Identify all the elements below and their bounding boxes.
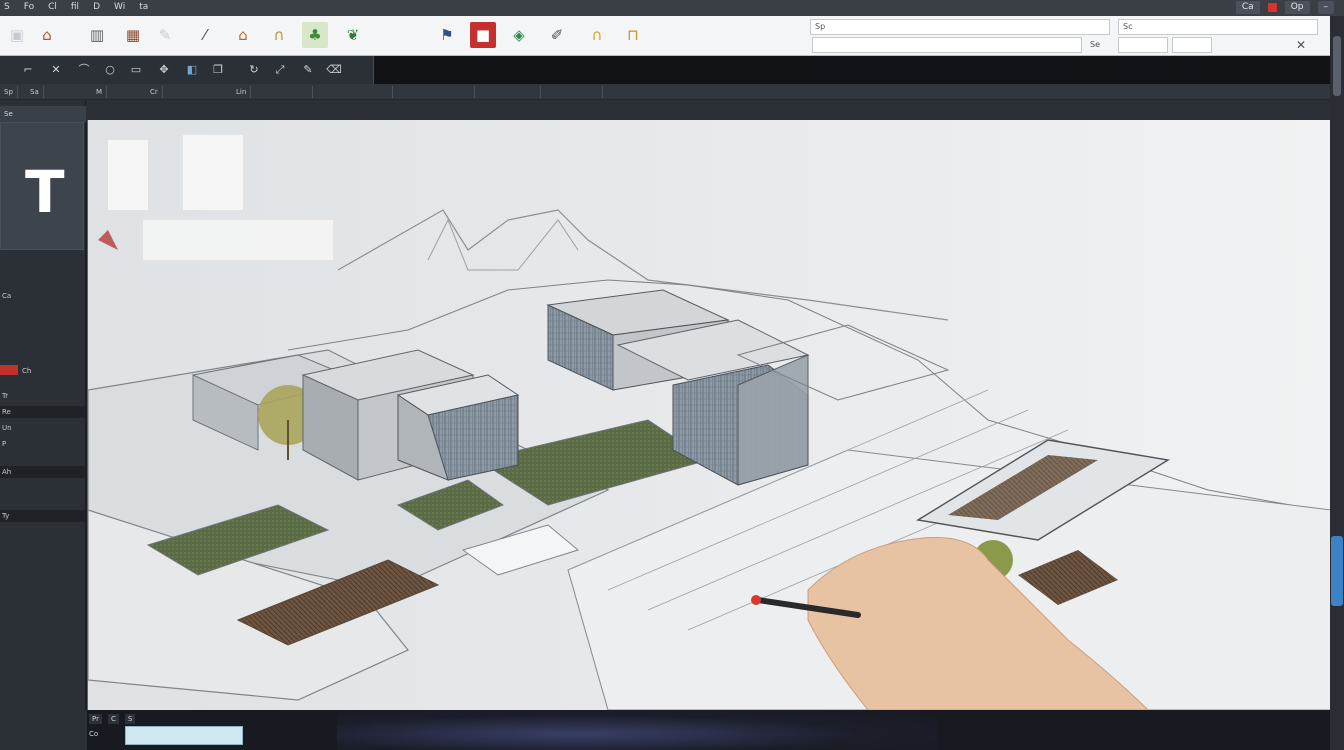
3d-viewport[interactable] [87, 120, 1330, 710]
eraser-tool-icon[interactable]: ⌫ [326, 62, 342, 78]
tray-item[interactable]: Ca [1235, 1, 1260, 14]
system-tray: Ca Op – [1235, 1, 1334, 14]
line-tool-icon[interactable]: ⌐ [20, 62, 36, 78]
prop-cell[interactable] [596, 86, 604, 98]
command-prompt-label: Co [89, 730, 99, 738]
side-badge[interactable] [1331, 536, 1343, 606]
panel-row-selected[interactable]: Re [0, 406, 85, 418]
building-icon[interactable]: ▦ [120, 22, 146, 48]
scrollbar-thumb[interactable] [1333, 36, 1341, 96]
menu-item[interactable]: D [93, 2, 100, 12]
prop-cell[interactable]: Cr [150, 86, 163, 98]
properties-toolbar: Sp Sa M Cr Lin [0, 84, 1330, 100]
pencil-icon[interactable]: ✎ [152, 22, 178, 48]
architectural-model-render[interactable] [88, 120, 1330, 710]
record-icon[interactable] [1267, 3, 1277, 12]
prop-cell[interactable]: Sa [30, 86, 44, 98]
prop-cell[interactable] [468, 86, 476, 98]
main-menu: S Fo Cl fil D Wi ta [4, 2, 148, 12]
title-bar: S Fo Cl fil D Wi ta Ca Op – [0, 0, 1344, 16]
panel-row[interactable]: Tr [2, 390, 8, 402]
stop-icon[interactable]: ■ [470, 22, 496, 48]
preview-card: T [0, 122, 84, 250]
compass-icon[interactable]: ✐ [544, 22, 570, 48]
prop-cell[interactable] [534, 86, 542, 98]
arch-icon[interactable]: ∩ [266, 22, 292, 48]
pen-tool-icon[interactable]: ⁄ [192, 22, 218, 48]
menu-item[interactable]: Wi [114, 2, 125, 12]
flag-icon[interactable]: ⚑ [434, 22, 460, 48]
status-row: Pr C S [89, 714, 136, 724]
status-item[interactable]: Pr [89, 714, 102, 724]
alert-tab[interactable] [0, 365, 18, 375]
tab-strip [0, 100, 1330, 120]
roof-icon[interactable]: ⌂ [230, 22, 256, 48]
status-bar: Pr C S Co [87, 710, 1330, 750]
prop-cell[interactable] [386, 86, 394, 98]
panel-row[interactable]: Ch [22, 365, 31, 377]
draw-tools-group: ⌐ ✕ ⌒ ○ ▭ ✥ ◧ ❐ ↻ ⤢ ✎ ⌫ [0, 56, 374, 84]
prop-cell[interactable] [306, 86, 314, 98]
bottom-left-panel [0, 710, 87, 750]
ribbon-label: Se [1090, 40, 1100, 49]
pencil-tool-icon[interactable]: ✎ [300, 62, 316, 78]
ribbon-toolbar: ▣ ⌂ ▥ ▦ ✎ ⁄ ⌂ ∩ ♣ ❦ ⚑ ■ ◈ ✐ ∩ ⊓ Sp Se Sc… [0, 16, 1330, 56]
menu-item[interactable]: S [4, 2, 10, 12]
leaf-icon[interactable]: ❦ [340, 22, 366, 48]
polyline-tool-icon[interactable]: ✕ [48, 62, 64, 78]
tower-icon[interactable]: ▥ [84, 22, 110, 48]
close-icon[interactable]: ✕ [1296, 38, 1306, 52]
status-bar-glow [337, 710, 937, 750]
text-tool-preview[interactable]: T [25, 163, 65, 221]
copy-tool-icon[interactable]: ❐ [210, 62, 226, 78]
prop-cell[interactable]: Lin [236, 86, 252, 98]
scale-tool-icon[interactable]: ⤢ [272, 62, 288, 78]
circle-tool-icon[interactable]: ○ [102, 62, 118, 78]
tray-item[interactable]: Op [1284, 1, 1310, 14]
panel-row[interactable]: Un [2, 422, 12, 434]
panel-row[interactable]: Ca [2, 290, 11, 302]
select-tool-icon[interactable]: ◧ [184, 62, 200, 78]
menu-item[interactable]: fil [71, 2, 79, 12]
drawing-board-icon[interactable]: ▣ [4, 22, 30, 48]
value-field-a[interactable] [1118, 37, 1168, 53]
panel-header: Se [0, 106, 86, 122]
tree-icon[interactable]: ♣ [302, 22, 328, 48]
status-item[interactable]: S [124, 714, 136, 724]
menu-item[interactable]: Fo [24, 2, 34, 12]
prop-cell[interactable]: Sp [4, 86, 18, 98]
rotate-tool-icon[interactable]: ↻ [246, 62, 262, 78]
panel-row[interactable]: P [2, 438, 6, 450]
prop-cell[interactable]: M [96, 86, 108, 98]
menu-item[interactable]: ta [139, 2, 148, 12]
cube-icon[interactable]: ◈ [506, 22, 532, 48]
arch-gold-icon[interactable]: ∩ [584, 22, 610, 48]
secondary-input[interactable] [812, 37, 1082, 53]
panel-row-selected[interactable]: Ty [0, 510, 85, 522]
panel-row[interactable] [2, 570, 4, 582]
value-field-b[interactable] [1172, 37, 1212, 53]
search-input[interactable]: Sp [810, 19, 1110, 35]
rectangle-tool-icon[interactable]: ▭ [128, 62, 144, 78]
status-item[interactable]: C [107, 714, 119, 724]
menu-item[interactable]: Cl [48, 2, 57, 12]
gate-icon[interactable]: ⊓ [620, 22, 646, 48]
left-panel: Se T Ch Ca Tr Re Un P Ah Ty [0, 100, 86, 750]
vertical-scrollbar[interactable] [1330, 16, 1344, 750]
move-tool-icon[interactable]: ✥ [156, 62, 172, 78]
command-input[interactable] [125, 726, 243, 745]
property-field[interactable]: Sc [1118, 19, 1318, 35]
draw-toolbar: ⌐ ✕ ⌒ ○ ▭ ✥ ◧ ❐ ↻ ⤢ ✎ ⌫ [0, 56, 1330, 84]
arc-tool-icon[interactable]: ⌒ [76, 62, 92, 78]
house-icon[interactable]: ⌂ [34, 22, 60, 48]
panel-row[interactable] [2, 540, 4, 552]
minimize-icon[interactable]: – [1317, 1, 1334, 14]
panel-row-selected[interactable]: Ah [0, 466, 85, 478]
